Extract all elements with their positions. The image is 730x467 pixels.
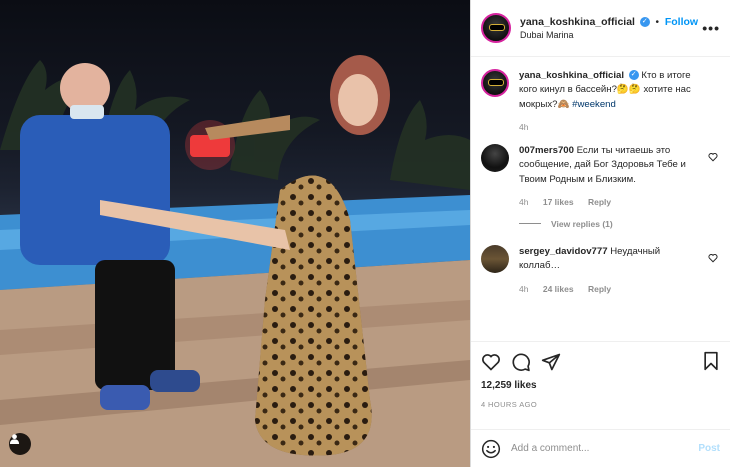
post-frame: yana_koshkina_official ✓ • Follow Dubai …: [0, 0, 730, 467]
caption: yana_koshkina_official ✓ Кто в итоге ког…: [481, 69, 720, 134]
comment-username[interactable]: sergey_davidov777: [519, 246, 608, 257]
caption-avatar[interactable]: [481, 69, 509, 97]
commenter-avatar[interactable]: [481, 244, 509, 273]
verified-icon: ✓: [639, 17, 650, 28]
comment-item: 007mers700 Если ты читаешь это сообщение…: [481, 143, 720, 209]
like-button[interactable]: [481, 352, 501, 372]
view-replies-label: View replies (1): [551, 218, 613, 229]
photo-scene: [0, 55, 470, 467]
replies-divider: [519, 223, 541, 225]
share-button[interactable]: [541, 352, 561, 372]
author-username[interactable]: yana_koshkina_official: [520, 16, 635, 28]
view-replies-button[interactable]: View replies (1): [519, 219, 720, 229]
comment-button[interactable]: [511, 352, 531, 372]
heart-icon: [482, 354, 500, 371]
comment-item: sergey_davidov777 Неудачный коллаб… 4h 2…: [481, 244, 720, 296]
comment-likes[interactable]: 17 likes: [543, 197, 574, 207]
bookmark-icon: [704, 351, 718, 371]
heart-icon[interactable]: [708, 152, 718, 162]
post-timestamp[interactable]: 4 HOURS AGO: [481, 400, 720, 409]
post-header: yana_koshkina_official ✓ • Follow Dubai …: [471, 0, 730, 57]
post-photo[interactable]: [0, 0, 470, 467]
comment-age: 4h: [519, 283, 529, 294]
heart-icon[interactable]: [708, 253, 718, 263]
more-options-icon[interactable]: •••: [702, 20, 720, 36]
post-comment-button[interactable]: Post: [698, 443, 720, 454]
post-actions: 12,259 likes 4 HOURS AGO: [471, 341, 730, 429]
commenter-avatar[interactable]: [481, 143, 509, 172]
emoji-icon[interactable]: [481, 439, 501, 459]
share-icon: [541, 353, 561, 371]
comments-list[interactable]: yana_koshkina_official ✓ Кто в итоге ког…: [471, 57, 730, 341]
follow-button[interactable]: Follow: [665, 16, 698, 28]
save-button[interactable]: [702, 351, 720, 374]
post-location[interactable]: Dubai Marina: [520, 29, 698, 41]
add-comment-bar: Post: [471, 429, 730, 467]
post-sidebar: yana_koshkina_official ✓ • Follow Dubai …: [470, 0, 730, 467]
separator-dot: •: [655, 16, 660, 28]
caption-username[interactable]: yana_koshkina_official: [519, 70, 624, 81]
author-avatar[interactable]: [481, 13, 511, 43]
verified-icon: ✓: [628, 70, 639, 81]
likes-count[interactable]: 12,259 likes: [481, 380, 720, 391]
comment-age: 4h: [519, 197, 529, 208]
reply-button[interactable]: Reply: [588, 197, 611, 207]
comment-likes[interactable]: 24 likes: [543, 284, 574, 294]
caption-age: 4h: [519, 122, 529, 133]
reply-button[interactable]: Reply: [588, 284, 611, 294]
user-tag-icon: [9, 434, 20, 444]
user-tag-button[interactable]: [9, 433, 31, 455]
comment-username[interactable]: 007mers700: [519, 145, 574, 156]
hashtag-link[interactable]: #weekend: [572, 99, 616, 110]
comment-input[interactable]: [511, 443, 699, 454]
comment-icon: [512, 353, 530, 372]
